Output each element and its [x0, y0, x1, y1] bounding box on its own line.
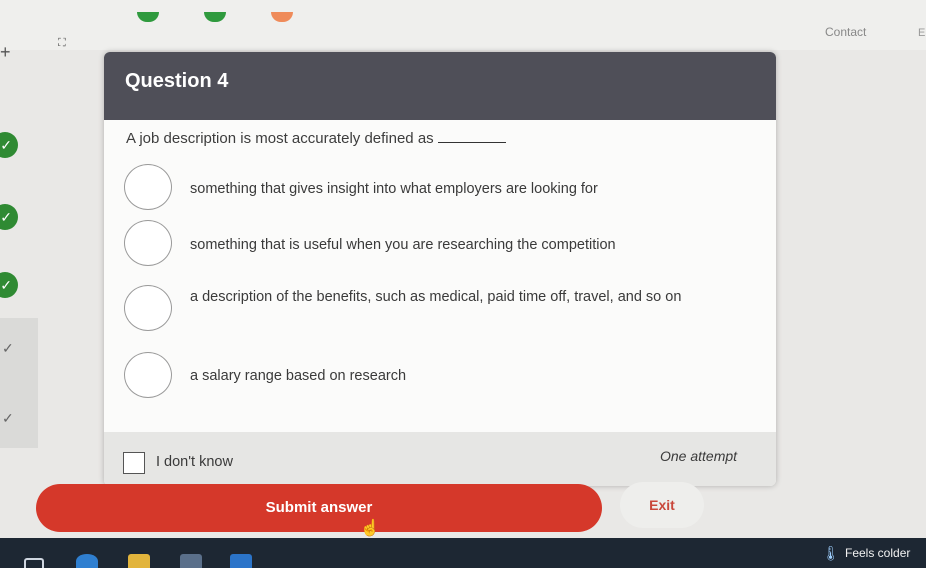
- question-title: Question 4: [125, 70, 229, 92]
- folder-icon[interactable]: [128, 554, 150, 568]
- taskbar: 🌡 Feels colder: [0, 538, 926, 568]
- question-text: A job description is most accurately def…: [126, 130, 434, 147]
- rail-highlight: ✓: [0, 318, 38, 448]
- check-icon: ✓: [0, 272, 18, 298]
- option-label: something that gives insight into what e…: [190, 181, 598, 197]
- hand-cursor-icon: ☝: [360, 520, 380, 537]
- current-dot: [271, 12, 293, 22]
- thermometer-icon[interactable]: 🌡: [822, 545, 840, 562]
- check-icon: ✓: [0, 204, 18, 230]
- check-icon: ✓: [0, 132, 18, 158]
- option-label: a description of the benefits, such as m…: [190, 289, 682, 305]
- edge-label: E: [918, 27, 926, 39]
- submit-answer-button[interactable]: Submit answer: [36, 484, 602, 532]
- completed-dot: [137, 12, 159, 22]
- answer-blank: [437, 142, 506, 143]
- contact-link[interactable]: Contact: [825, 25, 866, 39]
- completed-dot: [204, 12, 226, 22]
- browser-icon[interactable]: [76, 554, 98, 568]
- radio-button[interactable]: [124, 285, 172, 331]
- question-card: Question 4 A job description is most acc…: [104, 52, 776, 486]
- tick-icon: ✓: [2, 340, 14, 356]
- weather-label[interactable]: Feels colder: [845, 546, 910, 560]
- exit-button[interactable]: Exit: [620, 482, 704, 528]
- radio-button[interactable]: [124, 164, 172, 210]
- option-label: something that is useful when you are re…: [190, 237, 616, 253]
- radio-button[interactable]: [124, 220, 172, 266]
- attempts-note: One attempt: [660, 448, 738, 464]
- store-icon[interactable]: [180, 554, 202, 568]
- tick-icon: ✓: [2, 410, 14, 426]
- progress-rail: ✓ ✓ ✓ ✓ ✓: [0, 60, 40, 540]
- dont-know-checkbox[interactable]: [123, 452, 145, 474]
- app-icon[interactable]: [230, 554, 252, 568]
- top-strip: Contact E: [0, 0, 926, 50]
- radio-button[interactable]: [124, 352, 172, 398]
- card-header: Question 4: [104, 52, 776, 120]
- expand-icon[interactable]: ⛶: [58, 37, 66, 50]
- option-label: a salary range based on research: [190, 368, 407, 384]
- card-footer: I don't know One attempt: [104, 432, 776, 486]
- dont-know-label[interactable]: I don't know: [156, 454, 233, 470]
- question-text-row: A job description is most accurately def…: [126, 130, 506, 147]
- taskview-icon[interactable]: [24, 558, 44, 568]
